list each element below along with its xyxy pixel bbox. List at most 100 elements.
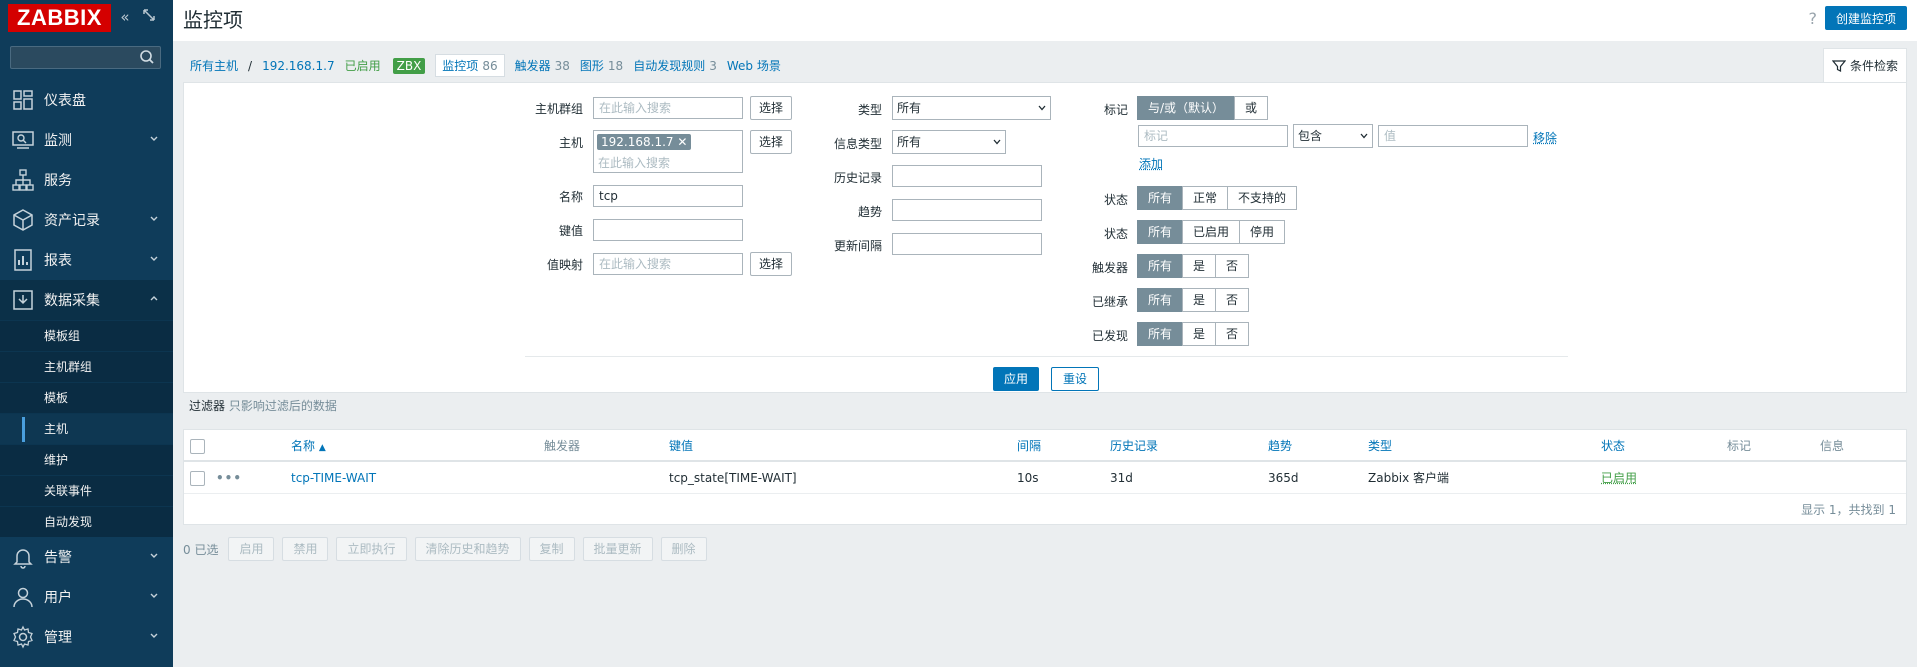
tag-name-input[interactable]: 标记	[1138, 125, 1288, 147]
triggers-option-all[interactable]: 所有	[1137, 254, 1184, 278]
inherited-option-yes[interactable]: 是	[1182, 288, 1217, 312]
name-input[interactable]: tcp	[593, 185, 743, 207]
discovered-option-yes[interactable]: 是	[1182, 322, 1217, 346]
status-option-enabled[interactable]: 已启用	[1182, 220, 1241, 244]
info-type-select[interactable]: 所有	[892, 130, 1006, 154]
discovered-option-no[interactable]: 否	[1215, 322, 1250, 346]
state-option-normal[interactable]: 正常	[1182, 186, 1229, 210]
value-map-select-button[interactable]: 选择	[750, 252, 793, 276]
create-item-button[interactable]: 创建监控项	[1824, 6, 1907, 30]
sidebar-search-input[interactable]	[11, 47, 131, 68]
subnav-host-groups[interactable]: 主机群组	[0, 351, 173, 382]
breadcrumb: 所有主机 / 192.168.1.7 已启用 ZBX 监控项 86 触发器 38 图…	[190, 54, 791, 77]
update-interval-label: 更新间隔	[833, 239, 882, 253]
row-checkbox[interactable]	[190, 471, 205, 486]
item-interval: 10s	[1017, 471, 1039, 485]
triggers-option-no[interactable]: 否	[1215, 254, 1250, 278]
host-groups-select-button[interactable]: 选择	[750, 96, 793, 120]
nav-alerts[interactable]: 告警	[0, 537, 173, 577]
tag-operator-select[interactable]: 包含	[1293, 124, 1373, 148]
type-select[interactable]: 所有	[892, 96, 1051, 120]
hosts-select-button[interactable]: 选择	[750, 130, 793, 154]
remove-tag-link[interactable]: 移除	[1533, 129, 1557, 146]
sort-asc-icon: ▲	[318, 443, 326, 453]
tab-triggers[interactable]: 触发器 38	[515, 57, 570, 74]
tab-web-scenarios[interactable]: Web 场景	[727, 57, 781, 74]
status-option-disabled[interactable]: 停用	[1239, 220, 1286, 244]
triggers-filter-label: 触发器	[1091, 261, 1128, 275]
select-all-checkbox[interactable]	[190, 439, 205, 454]
zabbix-logo[interactable]: ZABBIX	[8, 4, 111, 32]
inherited-toggle: 所有 是 否	[1137, 288, 1250, 312]
item-status-link[interactable]: 已启用	[1601, 462, 1637, 494]
status-option-all[interactable]: 所有	[1137, 220, 1184, 244]
col-name-header[interactable]: 名称 ▲	[291, 430, 326, 462]
update-interval-input[interactable]	[892, 233, 1042, 255]
subnav-event-correlation[interactable]: 关联事件	[0, 475, 173, 506]
kiosk-mode-icon[interactable]	[140, 8, 158, 26]
history-input[interactable]	[892, 165, 1042, 187]
col-status-header[interactable]: 状态	[1601, 430, 1625, 462]
inherited-option-no[interactable]: 否	[1215, 288, 1250, 312]
remove-chip-icon[interactable]: ✕	[677, 135, 687, 149]
mass-update-button[interactable]: 批量更新	[582, 537, 653, 561]
state-option-all[interactable]: 所有	[1137, 186, 1184, 210]
tab-discovery-rules[interactable]: 自动发现规则 3	[633, 57, 717, 74]
add-tag-link[interactable]: 添加	[1139, 155, 1163, 172]
sidebar-search[interactable]	[10, 46, 161, 69]
triggers-option-yes[interactable]: 是	[1182, 254, 1217, 278]
clear-history-button[interactable]: 清除历史和趋势	[414, 537, 521, 561]
copy-button[interactable]: 复制	[528, 537, 575, 561]
inherited-label: 已继承	[1091, 295, 1128, 309]
tag-value-input[interactable]: 值	[1378, 125, 1528, 147]
help-icon[interactable]: ?	[1809, 9, 1818, 28]
subnav-template-groups[interactable]: 模板组	[0, 320, 173, 351]
breadcrumb-all-hosts[interactable]: 所有主机	[190, 57, 238, 74]
subnav-hosts[interactable]: 主机	[0, 413, 173, 444]
logo-row: ZABBIX «	[0, 0, 173, 38]
col-key-header[interactable]: 键值	[669, 430, 693, 462]
items-table: 名称 ▲ 触发器 键值 间隔 历史记录 趋势 类型 状态 标记 信息 ••• t…	[183, 429, 1907, 525]
col-interval-header[interactable]: 间隔	[1017, 430, 1041, 462]
nav-reports[interactable]: 报表	[0, 240, 173, 280]
host-groups-input[interactable]: 在此输入搜索	[593, 97, 743, 119]
reset-button[interactable]: 重设	[1051, 367, 1100, 391]
nav-inventory[interactable]: 资产记录	[0, 200, 173, 240]
col-trends-header[interactable]: 趋势	[1268, 430, 1292, 462]
nav-data-collection[interactable]: 数据采集	[0, 280, 173, 320]
filter-tab[interactable]: 条件检索	[1823, 48, 1907, 82]
subnav-maintenance[interactable]: 维护	[0, 444, 173, 475]
subnav-discovery[interactable]: 自动发现	[0, 506, 173, 537]
tags-andor-option[interactable]: 与/或（默认）	[1137, 96, 1236, 120]
nav-services[interactable]: 服务	[0, 160, 173, 200]
state-option-not-supported[interactable]: 不支持的	[1227, 186, 1298, 210]
nav-administration[interactable]: 管理	[0, 617, 173, 657]
inherited-option-all[interactable]: 所有	[1137, 288, 1184, 312]
key-input[interactable]	[593, 219, 743, 241]
col-history-header[interactable]: 历史记录	[1110, 430, 1158, 462]
nav-dashboard[interactable]: 仪表盘	[0, 80, 173, 120]
trends-input[interactable]	[892, 199, 1042, 221]
subnav-templates[interactable]: 模板	[0, 382, 173, 413]
disable-button[interactable]: 禁用	[282, 537, 329, 561]
breadcrumb-host[interactable]: 192.168.1.7	[262, 59, 335, 73]
row-menu-icon[interactable]: •••	[216, 462, 242, 494]
hosts-multiselect[interactable]: 192.168.1.7 ✕ 在此输入搜索	[593, 130, 743, 173]
apply-button[interactable]: 应用	[993, 367, 1040, 391]
nav-monitoring[interactable]: 监测	[0, 120, 173, 160]
nav-label: 告警	[44, 550, 72, 566]
nav-users[interactable]: 用户	[0, 577, 173, 617]
search-icon[interactable]	[138, 48, 156, 66]
item-name-link[interactable]: tcp-TIME-WAIT	[291, 462, 376, 494]
discovered-option-all[interactable]: 所有	[1137, 322, 1184, 346]
collapse-sidebar-icon[interactable]: «	[116, 8, 134, 26]
tags-or-option[interactable]: 或	[1234, 96, 1269, 120]
enable-button[interactable]: 启用	[228, 537, 275, 561]
dashboard-icon	[13, 90, 33, 110]
delete-button[interactable]: 删除	[660, 537, 707, 561]
tab-items[interactable]: 监控项 86	[435, 54, 505, 77]
value-map-input[interactable]: 在此输入搜索	[593, 253, 743, 275]
tab-graphs[interactable]: 图形 18	[580, 57, 623, 74]
execute-now-button[interactable]: 立即执行	[336, 537, 407, 561]
col-type-header[interactable]: 类型	[1368, 430, 1392, 462]
